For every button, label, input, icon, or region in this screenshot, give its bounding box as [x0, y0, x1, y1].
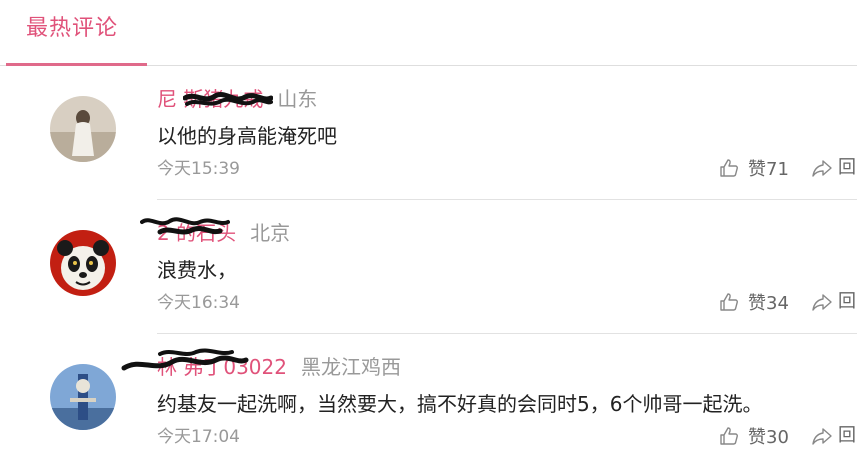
comment-item: 林 弗丁03022 黑龙江鸡西 约基友一起洗啊，当然要大，搞不好真的会同时5，6个…: [0, 334, 857, 468]
hot-comments-page: 最热评论 尼 斯猪九戒 山东 以他的身高能淹死吧 今天15:39 赞71 回 2…: [0, 0, 857, 471]
author-name[interactable]: 2 的石头: [157, 221, 236, 245]
tab-hot-comments[interactable]: 最热评论: [26, 14, 118, 44]
avatar[interactable]: [50, 230, 116, 296]
avatar-image: [50, 96, 116, 162]
thumbs-up-icon: [720, 293, 738, 311]
thumbs-up-icon: [720, 159, 738, 177]
comment-item: 2 的石头 北京 浪费水， 今天16:34 赞34 回: [0, 200, 857, 334]
comment-time: 今天15:39: [157, 159, 240, 179]
comment-text: 浪费水，: [157, 258, 237, 282]
avatar-image: [50, 364, 116, 430]
share-arrow-icon[interactable]: [811, 425, 833, 447]
reply-label[interactable]: 回: [838, 425, 857, 447]
author-line: 2 的石头 北京: [157, 220, 290, 246]
like-button[interactable]: 赞71: [718, 156, 789, 180]
author-line: 尼 斯猪九戒 山东: [157, 86, 317, 112]
author-location: 北京: [250, 221, 291, 245]
comment-text: 约基友一起洗啊，当然要大，搞不好真的会同时5，6个帅哥一起洗。: [157, 392, 763, 416]
comment-time: 今天17:04: [157, 427, 240, 447]
like-count: 赞71: [748, 159, 789, 180]
reply-label[interactable]: 回: [838, 157, 857, 179]
thumbs-up-icon: [720, 427, 738, 445]
author-name[interactable]: 林 弗丁03022: [157, 355, 287, 379]
share-arrow-icon[interactable]: [811, 291, 833, 313]
avatar[interactable]: [50, 96, 116, 162]
author-name[interactable]: 尼 斯猪九戒: [157, 87, 263, 111]
author-line: 林 弗丁03022 黑龙江鸡西: [157, 354, 401, 380]
like-button[interactable]: 赞34: [718, 290, 789, 314]
reply-label[interactable]: 回: [838, 291, 857, 313]
avatar[interactable]: [50, 364, 116, 430]
comment-time: 今天16:34: [157, 293, 240, 313]
tab-bar: 最热评论: [0, 0, 857, 66]
share-arrow-icon[interactable]: [811, 157, 833, 179]
comment-text: 以他的身高能淹死吧: [157, 124, 337, 148]
avatar-image: [50, 230, 116, 296]
like-count: 赞34: [748, 293, 789, 314]
like-button[interactable]: 赞30: [718, 424, 789, 448]
author-location: 黑龙江鸡西: [300, 355, 401, 379]
author-location: 山东: [277, 87, 318, 111]
comment-item: 尼 斯猪九戒 山东 以他的身高能淹死吧 今天15:39 赞71 回: [0, 66, 857, 200]
like-count: 赞30: [748, 427, 789, 448]
